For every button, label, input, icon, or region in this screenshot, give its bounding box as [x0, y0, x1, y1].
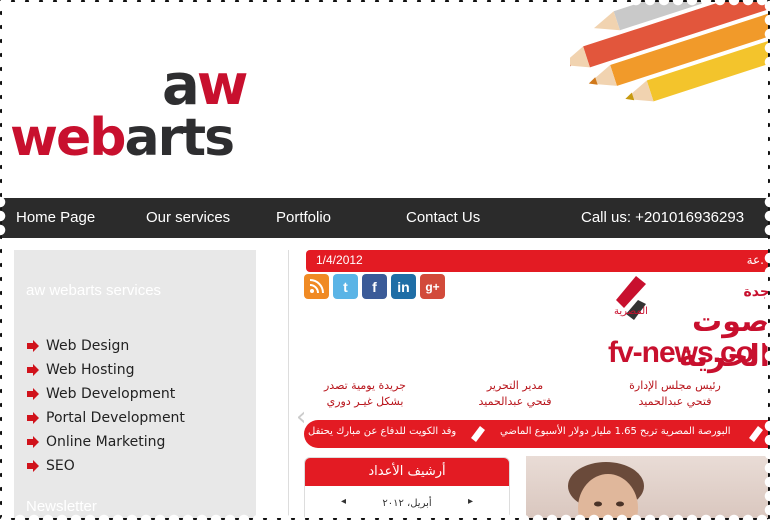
editor-info-1: جريدة يومية تصدر بشكل غيـر دوري — [323, 379, 406, 408]
services-list: Web Design Web Hosting Web Development P… — [26, 334, 185, 478]
red-arrow-icon — [26, 363, 40, 377]
editor-info-3: رئيس مجلس الإدارة فتحي عبدالحميد — [629, 379, 721, 408]
news-logo-top: جدة — [743, 284, 770, 300]
service-web-design[interactable]: Web Design — [26, 334, 185, 358]
site-logo[interactable]: aw webarts — [10, 53, 290, 170]
nav-our-services[interactable]: Our services — [146, 198, 230, 238]
news-logo-domain: fv-news.co — [608, 336, 754, 369]
nav-contact-us[interactable]: Contact Us — [406, 198, 480, 238]
news-date-bar: 1/4/2012 عة. — [306, 250, 770, 272]
news-site-logo[interactable]: جدة المصرية صوت الحرية fv-news.co — [600, 272, 770, 374]
nav-call-us[interactable]: Call us: +201016936293 — [581, 198, 744, 238]
red-arrow-icon — [26, 459, 40, 473]
archive-month: أبريل، ٢٠١٢ — [382, 498, 432, 509]
editor-info-2: مدير التحرير فتحي عبدالحميد — [478, 379, 552, 408]
nav-portfolio[interactable]: Portfolio — [276, 198, 331, 238]
service-web-hosting[interactable]: Web Hosting — [26, 358, 185, 382]
news-ticker: وفد الكويت للدفاع عن مبارك يحتفل البورصة… — [304, 420, 770, 448]
red-arrow-icon — [26, 339, 40, 353]
ticker-item-2[interactable]: وفد الكويت للدفاع عن مبارك يحتفل — [308, 426, 456, 437]
ticker-bullet-icon — [471, 426, 485, 442]
twitter-icon[interactable]: t — [333, 274, 358, 299]
content-divider — [288, 250, 289, 520]
archive-title: أرشيف الأعداد — [305, 458, 509, 486]
archive-calendar: ◂ أبريل، ٢٠١٢ ▸ — [305, 486, 509, 520]
issues-archive: أرشيف الأعداد ◂ أبريل، ٢٠١٢ ▸ — [304, 457, 510, 520]
logo-monogram: aw — [162, 53, 249, 118]
red-arrow-icon — [26, 411, 40, 425]
logo-wordmark: webarts — [10, 108, 235, 168]
facebook-icon[interactable]: f — [362, 274, 387, 299]
service-portal-development[interactable]: Portal Development — [26, 406, 185, 430]
news-date: 1/4/2012 — [316, 253, 363, 267]
ticker-item-1[interactable]: البورصة المصرية تربح 1.65 مليار دولار ال… — [500, 426, 731, 437]
rss-icon[interactable] — [304, 274, 329, 299]
service-web-development[interactable]: Web Development — [26, 382, 185, 406]
main-nav: Home Page Our services Portfolio Contact… — [0, 198, 770, 238]
pencils-illustration — [570, 0, 770, 102]
news-logo-small: المصرية — [614, 306, 648, 317]
services-sidebar: aw webarts services Web Design Web Hosti… — [14, 250, 256, 520]
googleplus-icon[interactable]: g+ — [420, 274, 445, 299]
sidebar-title: aw webarts services — [26, 282, 162, 299]
red-arrow-icon — [26, 387, 40, 401]
ticker-bullet-icon — [749, 426, 763, 442]
service-seo[interactable]: SEO — [26, 454, 185, 478]
portfolio-preview: 1/4/2012 عة. t f in g+ جدة المصرية صوت ا… — [270, 242, 770, 520]
linkedin-icon[interactable]: in — [391, 274, 416, 299]
news-photo[interactable] — [526, 456, 770, 520]
news-bar-trail: عة. — [746, 253, 764, 267]
site-header: aw webarts — [0, 0, 770, 198]
archive-next-button[interactable]: ▸ — [468, 496, 473, 507]
person-photo-icon — [568, 462, 644, 520]
red-arrow-icon — [26, 435, 40, 449]
nav-home-page[interactable]: Home Page — [16, 198, 95, 238]
service-online-marketing[interactable]: Online Marketing — [26, 430, 185, 454]
newsletter-heading: Newsletter — [26, 498, 97, 515]
social-icons: t f in g+ — [304, 274, 445, 299]
